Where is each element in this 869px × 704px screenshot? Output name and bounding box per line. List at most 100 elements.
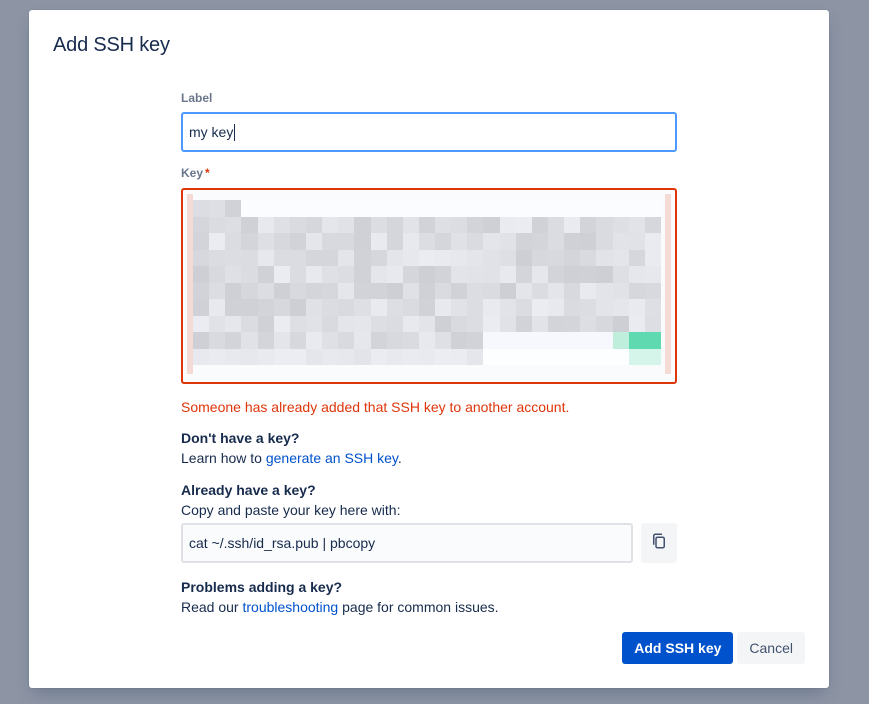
label-input[interactable]: my key [181, 112, 677, 152]
cancel-button[interactable]: Cancel [737, 632, 805, 664]
redacted-key-pixel [596, 249, 613, 266]
redacted-key-pixel [289, 249, 306, 266]
redacted-key-pixel [435, 348, 452, 365]
redacted-key-pixel [322, 299, 339, 316]
redacted-key-pixel [596, 282, 613, 299]
redacted-key-pixel [257, 200, 274, 217]
redacted-key-pixel [209, 266, 226, 283]
redacted-key-pixel [515, 249, 532, 266]
redacted-key-pixel [628, 216, 645, 233]
redacted-key-pixel [386, 282, 403, 299]
redacted-key-pixel [628, 200, 645, 217]
redacted-key-pixel [257, 249, 274, 266]
redacted-key-pixel [257, 315, 274, 332]
redacted-key-pixel [305, 282, 323, 299]
redacted-key-pixel [548, 200, 565, 217]
redacted-key-pixel [193, 216, 210, 233]
redacted-key-pixel [515, 332, 532, 349]
copy-button[interactable] [641, 523, 677, 563]
redacted-key-pixel [580, 266, 597, 283]
generate-ssh-key-link[interactable]: generate an SSH key [266, 450, 398, 466]
copy-icon [650, 532, 668, 555]
redacted-key-pixel [467, 332, 484, 349]
no-key-text-suffix: . [397, 450, 402, 466]
redacted-key-pixel [612, 266, 629, 283]
redacted-key-pixel [241, 282, 258, 299]
redacted-key-pixel [451, 233, 468, 250]
redacted-key-pixel [499, 282, 516, 299]
redacted-key-pixel [548, 282, 565, 299]
redacted-key-content [193, 200, 661, 365]
redacted-key-pixel [564, 216, 581, 233]
dialog-title: Add SSH key [53, 34, 170, 56]
redacted-key-pixel [580, 200, 597, 217]
redacted-key-pixel [257, 332, 274, 349]
redacted-key-pixel [483, 216, 500, 233]
redacted-key-pixel [612, 299, 629, 316]
redacted-key-pixel [531, 266, 549, 283]
redacted-key-pixel [370, 216, 387, 233]
redacted-key-pixel [644, 332, 661, 349]
have-key-section: Already have a key? Copy and paste your … [181, 480, 677, 563]
redacted-key-pixel [225, 282, 242, 299]
redacted-key-pixel [322, 282, 339, 299]
copy-command-field[interactable]: cat ~/.ssh/id_rsa.pub | pbcopy [181, 523, 633, 563]
redacted-key-pixel [483, 200, 500, 217]
redacted-key-pixel [273, 348, 290, 365]
redacted-key-pixel [289, 299, 306, 316]
redacted-key-pixel [515, 200, 532, 217]
redacted-key-pixel [467, 315, 484, 332]
redacted-key-pixel [435, 216, 452, 233]
redacted-key-pixel [644, 348, 661, 365]
redacted-key-pixel [580, 315, 597, 332]
redacted-key-pixel [548, 315, 565, 332]
redacted-key-pixel [241, 216, 258, 233]
dialog-footer: Add SSH key Cancel [622, 632, 805, 664]
redacted-key-pixel [289, 348, 306, 365]
redacted-key-pixel [402, 332, 419, 349]
redacted-key-pixel [289, 282, 306, 299]
redacted-key-pixel [531, 200, 549, 217]
redacted-key-pixel [467, 216, 484, 233]
redacted-key-pixel [193, 348, 210, 365]
redacted-key-pixel [451, 348, 468, 365]
label-field-label: Label [181, 91, 213, 105]
redacted-key-pixel [435, 332, 452, 349]
redacted-key-pixel [580, 299, 597, 316]
redacted-key-pixel [209, 332, 226, 349]
redacted-key-pixel [612, 332, 629, 349]
redacted-key-pixel [370, 315, 387, 332]
redacted-key-pixel [225, 216, 242, 233]
redacted-key-pixel [644, 216, 661, 233]
redacted-key-pixel [338, 249, 355, 266]
redacted-key-pixel [612, 348, 629, 365]
redacted-key-pixel [515, 233, 532, 250]
redacted-key-pixel [628, 282, 645, 299]
redacted-key-pixel [209, 315, 226, 332]
redacted-key-pixel [322, 249, 339, 266]
redacted-key-pixel [499, 249, 516, 266]
redacted-key-pixel [225, 266, 242, 283]
redacted-key-pixel [370, 282, 387, 299]
redacted-key-pixel [531, 332, 549, 349]
redacted-key-pixel [435, 233, 452, 250]
redacted-key-pixel [418, 266, 436, 283]
redacted-key-pixel [451, 216, 468, 233]
key-textarea[interactable] [181, 188, 677, 384]
redacted-key-pixel [628, 332, 645, 349]
redacted-key-pixel [564, 249, 581, 266]
redacted-key-pixel [386, 233, 403, 250]
redacted-key-pixel [273, 315, 290, 332]
redacted-key-pixel [209, 233, 226, 250]
key-field-label: Key [181, 166, 204, 180]
add-ssh-key-button[interactable]: Add SSH key [622, 632, 734, 664]
redacted-key-pixel [644, 200, 661, 217]
redacted-key-pixel [644, 315, 661, 332]
troubleshooting-link[interactable]: troubleshooting [242, 599, 338, 615]
redacted-key-pixel [418, 249, 436, 266]
required-marker: * [205, 166, 210, 180]
redacted-key-pixel [418, 216, 436, 233]
redacted-key-pixel [499, 299, 516, 316]
redacted-key-pixel [596, 266, 613, 283]
redacted-key-pixel [548, 348, 565, 365]
